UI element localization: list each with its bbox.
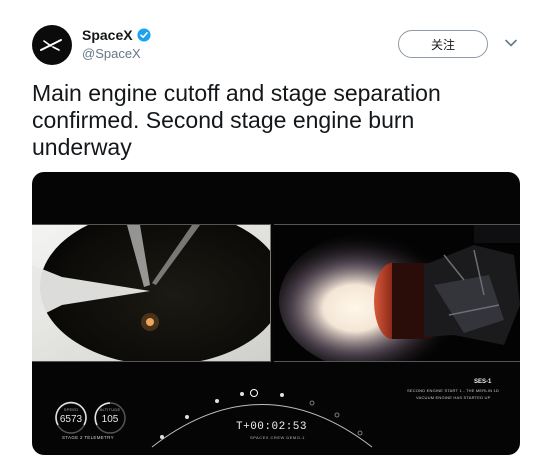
account-name[interactable]: SpaceX — [82, 27, 133, 43]
telemetry-label: STAGE 2 TELEMETRY — [62, 435, 114, 440]
speed-gauge-value: 6573 — [59, 414, 83, 425]
altitude-gauge-value: 105 — [101, 414, 119, 425]
mission-timeline — [151, 389, 373, 448]
status-line: SECOND ENGINE START 1 - THE MERLIN 1D — [407, 388, 500, 393]
second-stage-engine-image — [274, 225, 520, 361]
mission-clock: T+00:02:53 — [236, 421, 308, 433]
altitude-gauge-label: ALTITUDE — [99, 407, 121, 412]
spacex-logo-icon — [40, 39, 62, 51]
speed-gauge-label: SPEED — [63, 407, 79, 412]
verified-badge-icon — [137, 28, 151, 42]
mission-name: SPACEX CREW DEMO-1 — [250, 435, 305, 440]
status-line: VACUUM ENGINE HAS STARTED UP — [416, 395, 491, 400]
avatar[interactable] — [32, 25, 72, 65]
follow-button[interactable]: 关注 — [398, 30, 488, 58]
telemetry-overlay: SPEED 6573 ALTITUDE 105 STAGE 2 TELEMETR… — [32, 377, 520, 455]
tweet-text: Main engine cutoff and stage separation … — [32, 80, 441, 160]
second-stage-camera-view — [274, 224, 520, 362]
account-handle[interactable]: @SpaceX — [82, 46, 141, 61]
video-player[interactable]: SPEED 6573 ALTITUDE 105 STAGE 2 TELEMETR… — [32, 172, 520, 455]
interstage-camera-view — [32, 224, 271, 362]
chevron-down-icon[interactable] — [504, 38, 518, 48]
account-name-row[interactable]: SpaceX — [82, 27, 151, 43]
payload-title: SES-1 — [474, 379, 492, 385]
interstage-camera-image — [32, 225, 270, 361]
